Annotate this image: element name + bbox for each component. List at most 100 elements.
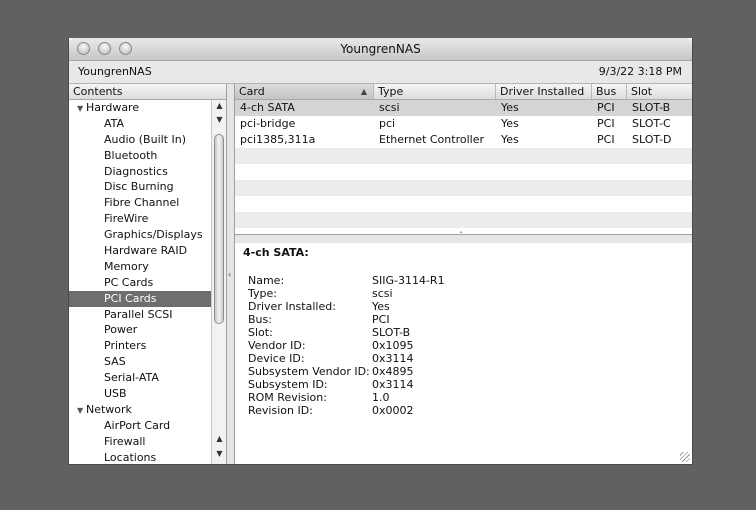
detail-field-key: Vendor ID: — [248, 339, 306, 352]
sidebar-item[interactable]: PCI Cards — [69, 290, 211, 307]
pci-cards-table: Card ▲ Type Driver Installed Bus Slot 4-… — [235, 84, 692, 234]
contents-header[interactable]: Contents — [69, 84, 226, 100]
column-header-slot[interactable]: Slot — [627, 84, 692, 99]
detail-field-key: Slot: — [248, 326, 273, 339]
column-label: Slot — [631, 85, 653, 98]
detail-pane: 4-ch SATA: Name: SIIG-3114-R1 Type: scsi Dri… — [235, 243, 692, 464]
table-cell: Yes — [501, 133, 519, 146]
column-header-type[interactable]: Type — [374, 84, 496, 99]
scroll-down-arrow-icon[interactable]: ▼ — [212, 115, 226, 124]
sidebar-item-label: Bluetooth — [104, 148, 158, 162]
detail-field-value: PCI — [372, 313, 390, 326]
sidebar-item[interactable]: Power — [69, 322, 211, 338]
sidebar-item-label: Firewall — [104, 434, 146, 448]
scroll-thumb[interactable] — [214, 134, 224, 324]
table-cell: PCI — [597, 117, 615, 130]
detail-field-key: Device ID: — [248, 352, 305, 365]
sidebar-item[interactable]: Graphics/Displays — [69, 227, 211, 243]
sidebar-item-label: SAS — [104, 355, 126, 369]
table-empty-row — [235, 180, 692, 196]
split-handle-icon: ˆ — [459, 231, 463, 240]
detail-field-value: 0x0002 — [372, 404, 414, 417]
disclosure-triangle-icon[interactable]: ▼ — [77, 403, 86, 419]
disclosure-triangle-icon[interactable]: ▼ — [77, 101, 86, 117]
sidebar-category[interactable]: ▼ Hardware — [69, 100, 211, 116]
sidebar-scrollbar[interactable]: ▲ ▼ ▲ ▼ — [211, 100, 226, 464]
table-cell: SLOT-C — [632, 117, 671, 130]
sidebar-item-label: Disc Burning — [104, 180, 174, 194]
table-empty-row — [235, 148, 692, 164]
detail-field-key: Subsystem Vendor ID: — [248, 365, 370, 378]
table-row[interactable]: pci1385,311a Ethernet Controller Yes PCI SLO… — [235, 132, 692, 148]
detail-fields: Name: SIIG-3114-R1 Type: scsi Driver Install… — [248, 274, 445, 417]
detail-field-value: 1.0 — [372, 391, 390, 404]
contents-sidebar: Contents ▼ Hardware ATA Audio (Built In) Blu… — [69, 84, 227, 464]
sidebar-item-label: Diagnostics — [104, 164, 168, 178]
sidebar-item[interactable]: Firewall — [69, 434, 211, 450]
sidebar-item-label: Audio (Built In) — [104, 132, 187, 146]
detail-field: Vendor ID: 0x1095 — [248, 339, 445, 352]
sidebar-item[interactable]: ATA — [69, 116, 211, 132]
sidebar-item[interactable]: Memory — [69, 259, 211, 275]
sidebar-item-label: PC Cards — [104, 275, 154, 289]
sidebar-category[interactable]: ▼ Network — [69, 402, 211, 418]
detail-field-key: ROM Revision: — [248, 391, 327, 404]
sidebar-item[interactable]: SAS — [69, 354, 211, 370]
sidebar-item-label: USB — [104, 387, 127, 401]
sidebar-item[interactable]: Serial-ATA — [69, 370, 211, 386]
table-cell: SLOT-D — [632, 133, 672, 146]
scroll-up-arrow-bottom-icon[interactable]: ▲ — [212, 434, 226, 443]
scroll-down-arrow-bottom-icon[interactable]: ▼ — [212, 449, 226, 458]
sidebar-item[interactable]: Printers — [69, 338, 211, 354]
sidebar-item[interactable]: Audio (Built In) — [69, 132, 211, 148]
sidebar-item[interactable]: PC Cards — [69, 275, 211, 291]
sidebar-item[interactable]: Disc Burning — [69, 179, 211, 195]
sidebar-item-label: PCI Cards — [104, 291, 157, 305]
table-empty-row — [235, 212, 692, 228]
sidebar-item-label: Hardware RAID — [104, 244, 188, 258]
sidebar-item[interactable]: Locations — [69, 450, 211, 464]
sidebar-item[interactable]: Bluetooth — [69, 148, 211, 164]
table-row[interactable]: pci-bridge pci Yes PCI SLOT-C — [235, 116, 692, 132]
table-empty-row — [235, 164, 692, 180]
sidebar-item-label: Network — [86, 402, 132, 416]
detail-field: Device ID: 0x3114 — [248, 352, 445, 365]
detail-field-key: Type: — [248, 287, 277, 300]
column-label: Bus — [596, 85, 617, 98]
sidebar-item-label: Locations — [104, 450, 157, 464]
table-row[interactable]: 4-ch SATA scsi Yes PCI SLOT-B — [235, 100, 692, 116]
table-cell: scsi — [379, 101, 400, 114]
resize-grip-icon[interactable] — [680, 452, 690, 462]
sidebar-item-label: Printers — [104, 339, 147, 353]
sidebar-item[interactable]: AirPort Card — [69, 418, 211, 434]
table-cell: Ethernet Controller — [379, 133, 484, 146]
detail-field: Subsystem ID: 0x3114 — [248, 378, 445, 391]
table-header: Card ▲ Type Driver Installed Bus Slot — [235, 84, 692, 100]
detail-field: Name: SIIG-3114-R1 — [248, 274, 445, 287]
column-header-driver-installed[interactable]: Driver Installed — [496, 84, 592, 99]
detail-field: Bus: PCI — [248, 313, 445, 326]
detail-field: Revision ID: 0x0002 — [248, 404, 445, 417]
sidebar-item[interactable]: USB — [69, 386, 211, 402]
detail-field-key: Driver Installed: — [248, 300, 336, 313]
sidebar-item-label: FireWire — [104, 212, 149, 226]
vertical-split-handle[interactable]: ‹ — [227, 84, 235, 464]
table-cell: 4-ch SATA — [240, 101, 295, 114]
column-header-bus[interactable]: Bus — [592, 84, 627, 99]
sidebar-item[interactable]: Hardware RAID — [69, 243, 211, 259]
scroll-up-arrow-icon[interactable]: ▲ — [212, 101, 226, 110]
detail-field-value: 0x4895 — [372, 365, 414, 378]
sidebar-item[interactable]: Diagnostics — [69, 164, 211, 180]
sidebar-item-label: Graphics/Displays — [104, 228, 203, 242]
detail-field: ROM Revision: 1.0 — [248, 391, 445, 404]
title-bar[interactable]: YoungrenNAS — [69, 38, 692, 61]
sidebar-item[interactable]: FireWire — [69, 211, 211, 227]
contents-list: ▼ Hardware ATA Audio (Built In) Bluetooth Dia… — [69, 100, 211, 464]
column-header-card[interactable]: Card ▲ — [235, 84, 374, 99]
system-profiler-window: YoungrenNAS YoungrenNAS 9/3/22 3:18 PM C… — [68, 38, 693, 465]
sidebar-item[interactable]: Parallel SCSI — [69, 307, 211, 323]
table-cell: pci1385,311a — [240, 133, 316, 146]
sidebar-item[interactable]: Fibre Channel — [69, 195, 211, 211]
sidebar-item-label: Parallel SCSI — [104, 307, 173, 321]
detail-field-key: Subsystem ID: — [248, 378, 328, 391]
